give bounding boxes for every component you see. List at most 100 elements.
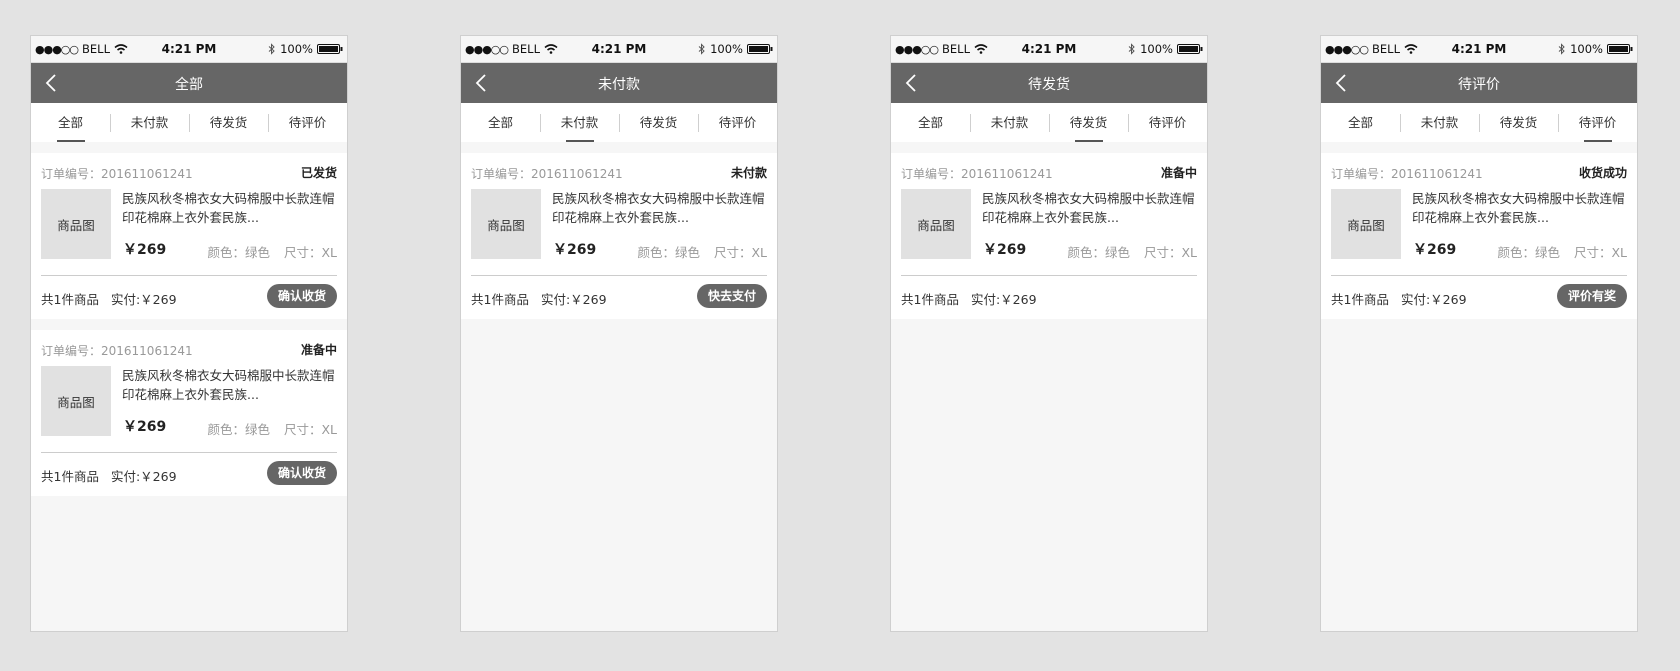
product-image-placeholder[interactable]: 商品图 [471,189,541,259]
order-status: 准备中 [1160,166,1197,180]
order-header: 订单编号：201611061241 未付款 [471,153,767,189]
product-price: ￥269 [553,242,597,258]
order-card: 订单编号：201611061241 未付款 商品图 民族风秋冬棉衣女大码棉服中长款连帽… [461,153,777,319]
product-price: ￥269 [983,242,1027,258]
order-header: 订单编号：201611061241 准备中 [901,153,1197,189]
order-summary: 共1件商品 实付:￥269 [471,289,607,308]
tab-0[interactable]: 全部 [891,103,970,142]
product-item[interactable]: 商品图 民族风秋冬棉衣女大码棉服中长款连帽印花棉麻上衣外套民族... ￥269 颜色：… [41,189,337,260]
order-number: 订单编号：201611061241 [41,167,193,181]
order-status: 准备中 [300,343,337,357]
product-color: 颜色：绿色 [207,422,270,437]
product-image-placeholder[interactable]: 商品图 [901,189,971,259]
tab-2[interactable]: 待发货 [189,103,268,142]
order-header: 订单编号：201611061241 准备中 [41,330,337,366]
product-size: 尺寸：XL [283,422,337,437]
nav-bar: 未付款 [461,63,777,103]
status-bar: ●●●○○ BELL 4:21 PM 100% [891,36,1207,63]
order-footer: 共1件商品 实付:￥269 [901,276,1197,316]
product-item[interactable]: 商品图 民族风秋冬棉衣女大码棉服中长款连帽印花棉麻上衣外套民族... ￥269 颜色：… [901,189,1197,260]
tab-3[interactable]: 待评价 [1128,103,1207,142]
order-summary: 共1件商品 实付:￥269 [41,466,177,485]
product-title[interactable]: 民族风秋冬棉衣女大码棉服中长款连帽印花棉麻上衣外套民族... [122,189,337,227]
order-action-button[interactable]: 评价有奖 [1556,284,1627,308]
order-footer: 共1件商品 实付:￥269 快去支付 [471,276,767,316]
item-count: 共1件商品 [41,292,99,307]
product-price: ￥269 [123,242,167,258]
product-image-placeholder[interactable]: 商品图 [41,366,111,436]
phone-screen: ●●●○○ BELL 4:21 PM 100% 待评价 全部 未付款 待发货 待评价 订单编号：2… [1320,35,1638,632]
tab-0[interactable]: 全部 [31,103,110,142]
product-title[interactable]: 民族风秋冬棉衣女大码棉服中长款连帽印花棉麻上衣外套民族... [122,366,337,404]
tab-2[interactable]: 待发货 [1049,103,1128,142]
tab-3[interactable]: 待评价 [1558,103,1637,142]
order-action-button[interactable]: 快去支付 [696,284,767,308]
order-header: 订单编号：201611061241 已发货 [41,153,337,189]
tab-3[interactable]: 待评价 [268,103,347,142]
product-price: ￥269 [123,419,167,435]
page-title: 全部 [175,77,203,93]
paid-amount: 实付:￥269 [110,292,177,307]
product-image-placeholder[interactable]: 商品图 [41,189,111,259]
order-number: 订单编号：201611061241 [901,167,1053,181]
page-title: 待发货 [1028,77,1070,93]
item-count: 共1件商品 [1331,292,1389,307]
tab-0[interactable]: 全部 [1321,103,1400,142]
battery-percent: 100% [1140,42,1173,56]
order-action-button[interactable]: 确认收货 [266,461,337,485]
status-right: 100% [1558,42,1633,56]
order-footer: 共1件商品 实付:￥269 确认收货 [41,453,337,493]
product-color: 颜色：绿色 [1497,245,1560,260]
page-title: 待评价 [1458,77,1500,93]
order-card: 订单编号：201611061241 已发货 商品图 民族风秋冬棉衣女大码棉服中长款连帽… [31,153,347,319]
tab-1[interactable]: 未付款 [1400,103,1479,142]
product-title[interactable]: 民族风秋冬棉衣女大码棉服中长款连帽印花棉麻上衣外套民族... [552,189,767,227]
product-size: 尺寸：XL [1143,245,1197,260]
product-item[interactable]: 商品图 民族风秋冬棉衣女大码棉服中长款连帽印花棉麻上衣外套民族... ￥269 颜色：… [1331,189,1627,260]
product-title[interactable]: 民族风秋冬棉衣女大码棉服中长款连帽印花棉麻上衣外套民族... [1412,189,1627,227]
order-tabs: 全部 未付款 待发货 待评价 [891,103,1207,142]
order-summary: 共1件商品 实付:￥269 [1331,289,1467,308]
order-number: 订单编号：201611061241 [471,167,623,181]
paid-amount: 实付:￥269 [970,292,1037,307]
bluetooth-icon [698,43,706,55]
order-tabs: 全部 未付款 待发货 待评价 [31,103,347,142]
product-item[interactable]: 商品图 民族风秋冬棉衣女大码棉服中长款连帽印花棉麻上衣外套民族... ￥269 颜色：… [471,189,767,260]
status-right: 100% [1128,42,1203,56]
product-price: ￥269 [1413,242,1457,258]
order-card: 订单编号：201611061241 收货成功 商品图 民族风秋冬棉衣女大码棉服中长款连… [1321,153,1637,319]
paid-amount: 实付:￥269 [540,292,607,307]
battery-percent: 100% [1570,42,1603,56]
product-item[interactable]: 商品图 民族风秋冬棉衣女大码棉服中长款连帽印花棉麻上衣外套民族... ￥269 颜色：… [41,366,337,437]
phone-screen: ●●●○○ BELL 4:21 PM 100% 待发货 全部 未付款 待发货 待评价 订单编号：2… [890,35,1208,632]
status-bar: ●●●○○ BELL 4:21 PM 100% [31,36,347,63]
order-number: 订单编号：201611061241 [1331,167,1483,181]
tab-2[interactable]: 待发货 [1479,103,1558,142]
nav-bar: 全部 [31,63,347,103]
order-footer: 共1件商品 实付:￥269 确认收货 [41,276,337,316]
paid-amount: 实付:￥269 [110,469,177,484]
nav-bar: 待发货 [891,63,1207,103]
order-action-button[interactable]: 确认收货 [266,284,337,308]
order-summary: 共1件商品 实付:￥269 [41,289,177,308]
battery-icon [1177,44,1203,54]
tab-1[interactable]: 未付款 [110,103,189,142]
bluetooth-icon [1558,43,1566,55]
product-title[interactable]: 民族风秋冬棉衣女大码棉服中长款连帽印花棉麻上衣外套民族... [982,189,1197,227]
tab-1[interactable]: 未付款 [970,103,1049,142]
product-spec: 颜色：绿色 尺寸：XL [637,242,767,261]
tab-0[interactable]: 全部 [461,103,540,142]
status-right: 100% [698,42,773,56]
order-header: 订单编号：201611061241 收货成功 [1331,153,1627,189]
product-image-placeholder[interactable]: 商品图 [1331,189,1401,259]
order-tabs: 全部 未付款 待发货 待评价 [461,103,777,142]
tab-1[interactable]: 未付款 [540,103,619,142]
item-count: 共1件商品 [41,469,99,484]
battery-icon [747,44,773,54]
order-summary: 共1件商品 实付:￥269 [901,289,1037,308]
tab-2[interactable]: 待发货 [619,103,698,142]
order-number: 订单编号：201611061241 [41,344,193,358]
tab-3[interactable]: 待评价 [698,103,777,142]
product-size: 尺寸：XL [283,245,337,260]
product-color: 颜色：绿色 [207,245,270,260]
